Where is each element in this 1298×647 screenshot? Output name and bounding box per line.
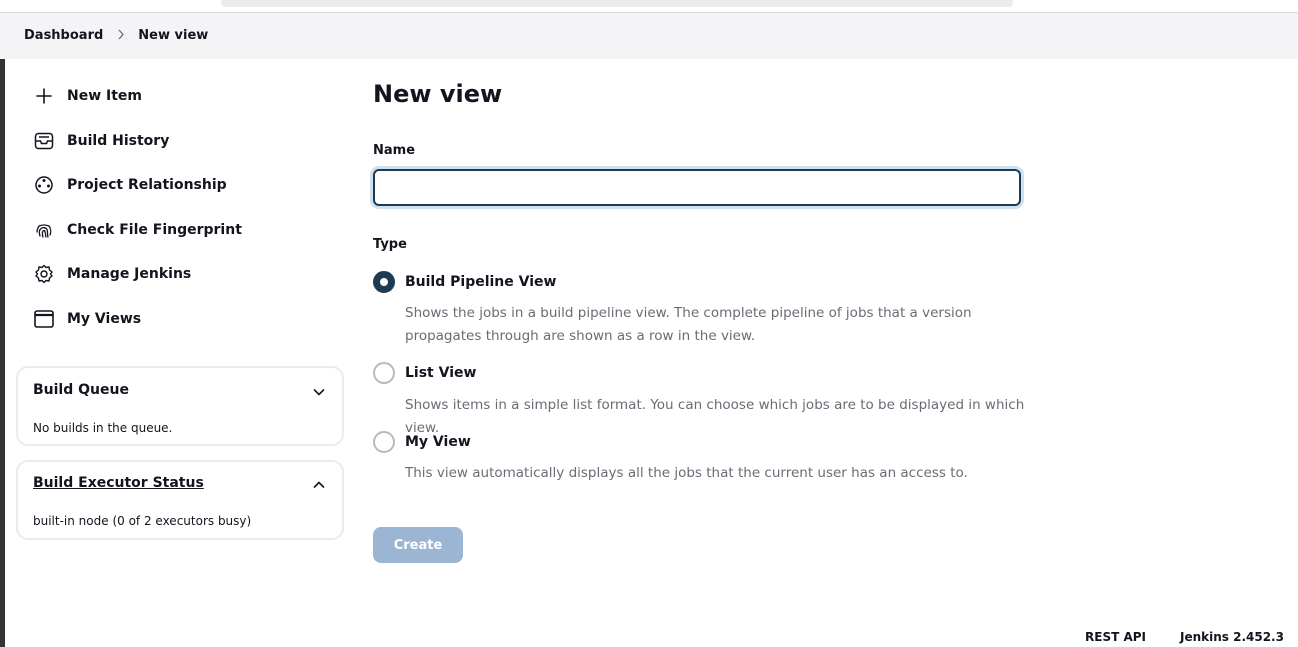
sidebar-item-project-relationship[interactable]: Project Relationship (33, 173, 227, 197)
type-option-label: My View (405, 434, 471, 450)
name-input[interactable] (373, 169, 1021, 206)
sidebar-item-label: Project Relationship (67, 177, 227, 193)
sidebar-item-check-file-fingerprint[interactable]: Check File Fingerprint (33, 218, 242, 242)
gear-icon (33, 263, 55, 285)
sidebar-item-manage-jenkins[interactable]: Manage Jenkins (33, 262, 191, 286)
build-executor-text: built-in node (0 of 2 executors busy) (33, 514, 252, 528)
chevron-down-icon[interactable] (312, 384, 326, 398)
build-executor-title[interactable]: Build Executor Status (33, 475, 204, 491)
type-option-my-view[interactable]: My View (373, 431, 471, 453)
window-icon (33, 308, 55, 330)
fingerprint-icon (33, 219, 55, 241)
sidebar-item-label: Manage Jenkins (67, 266, 192, 282)
breadcrumb-dashboard[interactable]: Dashboard (24, 28, 103, 43)
radio-unselected[interactable] (373, 362, 395, 384)
breadcrumb-current[interactable]: New view (138, 28, 208, 43)
type-option-build-pipeline-view[interactable]: Build Pipeline View (373, 271, 556, 293)
sidebar-item-new-item[interactable]: New Item (33, 84, 142, 108)
window-edge (0, 59, 5, 647)
radio-selected[interactable] (373, 271, 395, 293)
relationship-icon (33, 174, 55, 196)
jenkins-version-link[interactable]: Jenkins 2.452.3 (1180, 630, 1284, 644)
inbox-icon (33, 130, 55, 152)
chevron-up-icon[interactable] (312, 477, 326, 491)
chevron-right-icon (117, 29, 125, 42)
type-option-label: List View (405, 365, 477, 381)
type-option-description: Shows items in a simple list format. You… (405, 397, 1025, 436)
sidebar-item-label: Check File Fingerprint (67, 222, 242, 238)
type-option-description: This view automatically displays all the… (405, 465, 968, 481)
plus-icon (33, 85, 55, 107)
name-label: Name (373, 143, 416, 158)
sidebar-item-label: Build History (67, 133, 170, 149)
sidebar-item-my-views[interactable]: My Views (33, 307, 141, 331)
sidebar-item-label: New Item (67, 88, 143, 104)
radio-unselected[interactable] (373, 431, 395, 453)
page-title: New view (373, 80, 503, 108)
create-button[interactable]: Create (373, 527, 463, 563)
sidebar-item-build-history[interactable]: Build History (33, 129, 169, 153)
type-option-label: Build Pipeline View (405, 274, 557, 290)
build-queue-title[interactable]: Build Queue (33, 382, 129, 398)
sidebar-item-label: My Views (67, 311, 142, 327)
build-executor-panel: Build Executor Status built-in node (0 o… (16, 460, 344, 540)
type-option-description: Shows the jobs in a build pipeline view.… (405, 305, 972, 344)
build-queue-panel: Build Queue No builds in the queue. (16, 366, 344, 446)
type-label: Type (373, 237, 407, 252)
breadcrumb: Dashboard New view (24, 28, 208, 43)
type-option-list-view[interactable]: List View (373, 362, 476, 384)
rest-api-link[interactable]: REST API (1085, 630, 1146, 644)
search-bar[interactable] (221, 0, 1013, 7)
build-queue-text: No builds in the queue. (33, 421, 173, 435)
top-bar (0, 0, 1298, 13)
